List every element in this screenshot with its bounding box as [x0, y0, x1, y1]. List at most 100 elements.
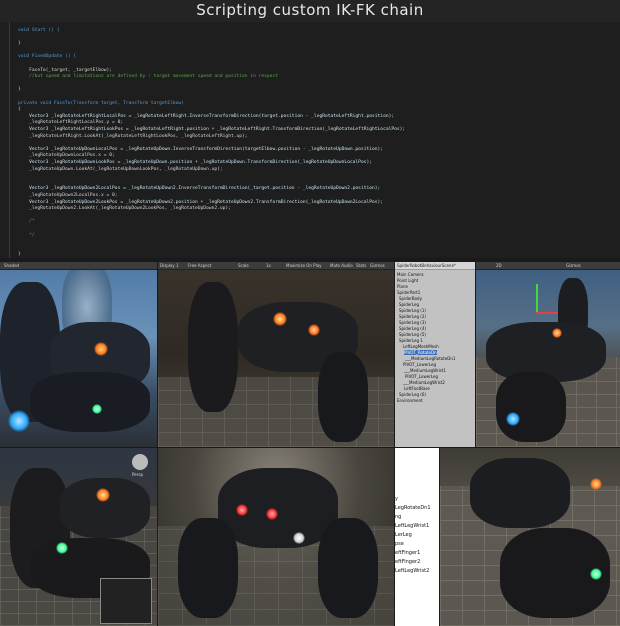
game-toolbar: Display 1 Free Aspect Scale 1x Maximize … [158, 262, 394, 270]
hierarchy-item[interactable]: SpiderLeg [399, 302, 419, 307]
robot-leg [318, 518, 378, 618]
hierarchy-item[interactable]: LeftFootBase [404, 386, 430, 391]
code-line: { [18, 107, 21, 113]
hierarchy-item[interactable]: Environment [397, 398, 423, 403]
white-light [293, 532, 305, 544]
scene-gizmo-orientation[interactable] [132, 454, 148, 470]
hierarchy-item[interactable]: pse [395, 541, 404, 547]
orange-light [552, 328, 562, 338]
code-line: Vector3 _legRotateLeftRightLocalPos = _l… [18, 113, 395, 119]
green-light [56, 542, 68, 554]
hierarchy-item[interactable]: PIVOT_LowerLeg [403, 362, 436, 367]
robot-leg [188, 282, 238, 412]
stats-button[interactable]: Stats [356, 263, 366, 268]
red-light [266, 508, 278, 520]
code-line: Vector3 _legRotateUpDown2LookPos = _legR… [18, 199, 384, 205]
hierarchy-item[interactable]: LeftLegMeshMesh [403, 344, 439, 349]
hierarchy-item[interactable]: y [395, 496, 398, 502]
mute-audio-button[interactable]: Mute Audio [330, 263, 353, 268]
orange-light [308, 324, 320, 336]
scene-view-bottom-right[interactable] [440, 448, 620, 626]
projection-label[interactable]: Persp [132, 472, 143, 477]
hierarchy-item[interactable]: SpiderLeg 1 [399, 338, 423, 343]
hierarchy-header: SpiderRobotBehaviourScene* [395, 262, 475, 270]
gizmos-button[interactable]: Gizmos [370, 263, 385, 268]
robot-lower [496, 372, 566, 442]
orange-light [94, 342, 108, 356]
shading-mode-label[interactable]: Shaded [4, 263, 19, 268]
hierarchy-item[interactable]: SpiderLeg (4) [399, 326, 426, 331]
hierarchy-item[interactable]: ___MediumLegWrist1 [404, 368, 446, 373]
game-view-bottom[interactable] [158, 448, 394, 626]
gizmos-button[interactable]: Gizmos [566, 263, 581, 268]
maximize-on-play-button[interactable]: Maximize On Play [286, 263, 322, 268]
code-line: } [18, 41, 21, 47]
scene-toolbar: Shaded [0, 262, 157, 270]
hierarchy-item[interactable]: SpiderLeg (6) [399, 392, 426, 397]
hierarchy-item[interactable]: ng [395, 514, 401, 520]
orange-light [590, 478, 602, 490]
code-line: FaceTo(_target, _targetElbow); [18, 67, 113, 73]
hierarchy-item[interactable]: LegRotateDn1 [395, 505, 431, 511]
hierarchy-item[interactable]: eftFinger1 [395, 550, 420, 556]
aspect-dropdown[interactable]: Free Aspect [188, 263, 211, 268]
code-line: _legRotateUpDown2LocalPos.x = 0; [18, 193, 118, 198]
robot-leg [178, 518, 238, 618]
hierarchy-item[interactable]: SpiderLeg (3) [399, 320, 426, 325]
code-line: */ [18, 232, 35, 238]
code-gutter [9, 22, 10, 258]
game-view[interactable]: Display 1 Free Aspect Scale 1x Maximize … [158, 262, 394, 447]
scene-view-top-right[interactable]: 2D Gizmos [476, 262, 620, 447]
hierarchy-item[interactable]: SpiderBody [399, 296, 422, 301]
code-editor[interactable]: void Start () {} void FixedUpdate () { Fa… [0, 22, 620, 258]
robot-lower [30, 372, 150, 432]
hierarchy-item[interactable]: PIVOT_LowerLeg [405, 374, 438, 379]
hierarchy-item[interactable]: LerLeg [395, 532, 412, 538]
hierarchy-item[interactable]: Main Camera [397, 272, 424, 277]
scene-name: SpiderRobotBehaviourScene* [397, 262, 456, 268]
code-line: _legRotateLeftRightLocalPos.y = 0; [18, 120, 124, 126]
hierarchy-item[interactable]: ___MediumLegWrist2 [403, 380, 445, 385]
scale-value[interactable]: 1x [266, 263, 271, 268]
red-light [236, 504, 248, 516]
hierarchy-item[interactable]: Plane [397, 284, 408, 289]
code-line: } [18, 87, 21, 93]
robot-body [60, 478, 150, 538]
hierarchy-item[interactable]: LeftLegWrist2 [395, 568, 429, 574]
code-line: Vector3 _legRotateUpDownLookPos = _legRo… [18, 160, 373, 165]
hierarchy-item[interactable]: SpiderPart1 [397, 290, 420, 295]
page-title: Scripting custom IK-FK chain [196, 1, 424, 19]
code-line: _legRotateUpDown2.LookAt(_legRotateUpDow… [18, 206, 231, 212]
gizmo-y-axis[interactable] [536, 284, 538, 314]
code-line: _legRotateUpDown.LookAt(_legRotateUpDown… [18, 166, 223, 172]
orange-light [273, 312, 287, 326]
2d-toggle[interactable]: 2D [496, 263, 502, 268]
code-line: Vector3 _legRotateUpDownLocalPos = _legR… [18, 146, 384, 152]
orange-light [96, 488, 110, 502]
gizmo-x-axis[interactable] [536, 312, 558, 314]
hierarchy-item[interactable]: Point Light [397, 278, 418, 283]
hierarchy-item[interactable]: LeftLegWrist1 [395, 523, 429, 529]
code-line: _legRotateLeftRight.LookAt(_legRotateLef… [18, 133, 248, 139]
code-line: Vector3 _legRotateUpDown2LocalPos = _leg… [18, 186, 381, 192]
hierarchy-item[interactable]: PIVOT_RotateDn [404, 350, 437, 355]
scene-toolbar: 2D Gizmos [476, 262, 620, 270]
hierarchy-item[interactable]: ___MediumLegRotateDn1 [405, 356, 455, 361]
hierarchy-panel[interactable]: SpiderRobotBehaviourScene* Main Camera Po… [395, 262, 475, 447]
code-line: void Start () { [18, 28, 60, 33]
camera-preview [100, 578, 152, 624]
hierarchy-item[interactable]: SpiderLeg (1) [399, 308, 426, 313]
hierarchy-item[interactable]: eftFinger2 [395, 559, 420, 565]
hierarchy-item[interactable]: SpiderLeg (5) [399, 332, 426, 337]
code-line: Vector3 _legRotateLeftRightLookPos = _le… [18, 127, 406, 132]
scene-view-top-left[interactable]: Shaded [0, 262, 157, 447]
scale-label: Scale [238, 262, 249, 268]
scene-view-bottom-left[interactable]: Persp [0, 448, 157, 626]
robot-leg [318, 352, 368, 442]
display-dropdown[interactable]: Display 1 [160, 263, 179, 268]
hierarchy-panel-2[interactable]: y LegRotateDn1 ng LeftLegWrist1 LerLeg pse eft… [395, 448, 439, 626]
code-line: void FixedUpdate () { [18, 54, 77, 60]
code-line: _legRotateUpDownLocalPos.x = 0; [18, 153, 115, 159]
hierarchy-item[interactable]: SpiderLeg (2) [399, 314, 426, 319]
code-line: //but speed and limitations are defined … [18, 74, 278, 80]
